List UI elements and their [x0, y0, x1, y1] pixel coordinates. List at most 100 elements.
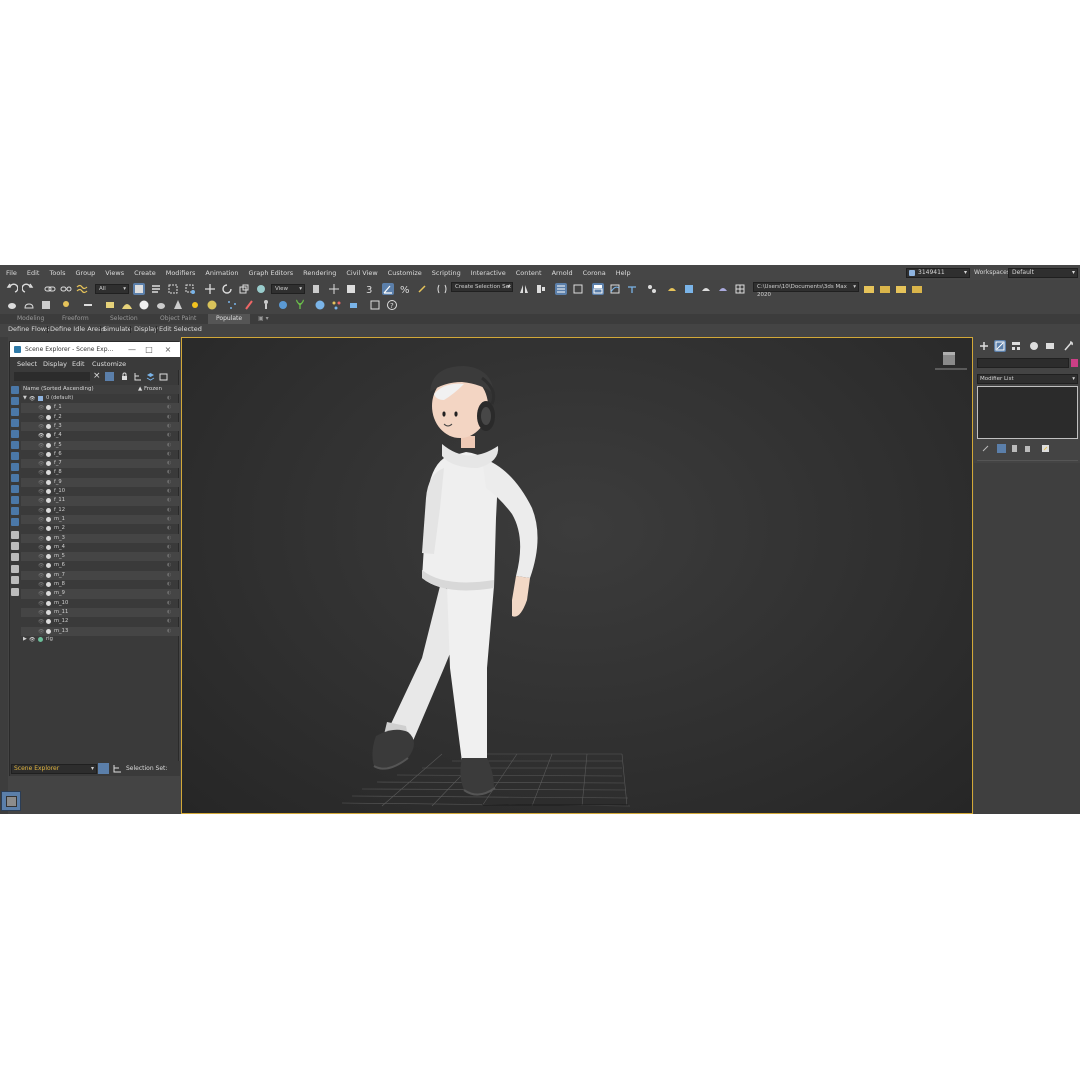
undo-icon[interactable] — [6, 283, 19, 295]
modifier-stack[interactable] — [977, 386, 1078, 439]
render-production-icon[interactable] — [700, 283, 712, 295]
help-icon[interactable]: ? — [386, 299, 398, 311]
bind-space-warp-icon[interactable] — [76, 283, 88, 295]
tree-row-object[interactable]: 👁 f_4 ◐ — [21, 431, 179, 440]
tree-row-object[interactable]: 👁 m_1 ◐ — [21, 514, 179, 525]
schematic-view-icon[interactable] — [626, 283, 638, 295]
tree-row-object[interactable]: 👁 f_9 ◐ — [21, 477, 179, 487]
plant-icon[interactable] — [294, 299, 306, 311]
tree-row-object[interactable]: 👁 m_4 ◐ — [21, 543, 179, 552]
cone-icon[interactable] — [172, 299, 184, 311]
display-groups-icon[interactable] — [11, 463, 19, 471]
camera-icon[interactable] — [348, 299, 360, 311]
hierarchy-tab-icon[interactable] — [1010, 340, 1022, 352]
menu-help[interactable]: Help — [616, 269, 631, 277]
display-hidden-icon[interactable] — [11, 518, 19, 526]
select-manipulate-icon[interactable] — [328, 283, 340, 295]
minimize-icon[interactable]: — — [126, 342, 138, 357]
render-setup-icon[interactable] — [666, 283, 678, 295]
snaps-toggle-icon[interactable]: 3 — [365, 283, 377, 296]
frozen-toggle-icon[interactable]: ◐ — [167, 459, 171, 468]
select-by-name-icon[interactable] — [150, 283, 162, 295]
menu-tools[interactable]: Tools — [49, 269, 65, 277]
ribbon-tab-selection[interactable]: Selection — [110, 314, 138, 324]
toggle-scene-explorer-icon[interactable] — [555, 283, 567, 295]
columns-icon[interactable] — [159, 372, 168, 381]
tree-row-object[interactable]: 👁 f_3 ◐ — [21, 421, 179, 432]
frozen-toggle-icon[interactable]: ◐ — [167, 413, 171, 422]
funnel-icon[interactable] — [11, 576, 19, 584]
tree-row-object[interactable]: 👁 m_7 ◐ — [21, 570, 179, 580]
frozen-toggle-icon[interactable]: ◐ — [167, 524, 171, 533]
rendered-frame-window-icon[interactable] — [683, 283, 695, 295]
options-icon[interactable] — [11, 588, 19, 596]
display-helpers-icon[interactable] — [11, 441, 19, 449]
frozen-toggle-icon[interactable]: ◐ — [167, 552, 171, 561]
tree-row-object[interactable]: 👁 f_1 ◐ — [21, 403, 179, 413]
simulate-button[interactable]: Simulate — [103, 324, 132, 335]
menu-file[interactable]: File — [6, 269, 17, 277]
show-end-result-icon[interactable] — [997, 444, 1006, 453]
teapot-icon[interactable] — [6, 299, 18, 311]
tree-row-object[interactable]: 👁 f_10 ◐ — [21, 487, 179, 496]
unlink-icon[interactable] — [60, 283, 72, 295]
percent-snap-icon[interactable]: % — [399, 283, 411, 296]
frozen-toggle-icon[interactable]: ◐ — [167, 515, 171, 524]
keyboard-shortcut-override-icon[interactable] — [345, 283, 357, 295]
frozen-toggle-icon[interactable]: ◐ — [167, 599, 171, 608]
frozen-toggle-icon[interactable]: ◐ — [167, 506, 171, 515]
window-crossing-icon[interactable] — [184, 283, 196, 295]
select-all-icon[interactable] — [11, 553, 19, 561]
menu-animation[interactable]: Animation — [205, 269, 238, 277]
sphere-icon[interactable] — [138, 299, 150, 311]
cloud-icon[interactable] — [23, 299, 35, 311]
define-flows-button[interactable]: Define Flows — [8, 324, 50, 335]
environment-icon[interactable] — [314, 299, 326, 311]
pin-stack-icon[interactable] — [981, 444, 990, 453]
folder-settings-icon[interactable] — [911, 283, 923, 295]
configure-modifier-sets-icon[interactable] — [1041, 444, 1050, 453]
display-tab-icon[interactable] — [1044, 340, 1056, 352]
display-xrefs-icon[interactable] — [11, 474, 19, 482]
menu-corona[interactable]: Corona — [583, 269, 606, 277]
frozen-toggle-icon[interactable]: ◐ — [167, 431, 171, 440]
object-name-field[interactable] — [977, 358, 1069, 368]
tree-row-object[interactable]: 👁 m_12 ◐ — [21, 617, 179, 626]
ribbon-options-icon[interactable]: ▣ ▾ — [258, 314, 269, 324]
render-in-cloud-icon[interactable] — [734, 283, 746, 295]
dome-icon[interactable] — [121, 299, 133, 311]
menu-modifiers[interactable]: Modifiers — [166, 269, 196, 277]
define-idle-areas-button[interactable]: Define Idle Areas — [50, 324, 106, 335]
hierarchy-icon[interactable] — [133, 372, 142, 381]
particle-icon[interactable] — [226, 299, 238, 311]
angle-snap-icon[interactable] — [382, 283, 394, 295]
frozen-toggle-icon[interactable]: ◐ — [167, 478, 171, 487]
tree-row-object[interactable]: 👁 m_8 ◐ — [21, 580, 179, 589]
utilities-tab-icon[interactable] — [1062, 340, 1074, 352]
scene-explorer-titlebar[interactable]: Scene Explorer - Scene Exp... — □ × — [10, 342, 180, 357]
motion-tab-icon[interactable] — [1028, 340, 1040, 352]
dots-icon[interactable] — [331, 299, 343, 311]
move-icon[interactable] — [204, 283, 216, 295]
frozen-toggle-icon[interactable]: ◐ — [167, 543, 171, 552]
collapse-icon[interactable]: ▼ — [23, 394, 27, 403]
frozen-toggle-icon[interactable]: ◐ — [167, 422, 171, 431]
tree-row-rig[interactable]: ▶ 👁 rig — [21, 635, 179, 644]
perspective-viewport[interactable] — [181, 337, 973, 814]
align-icon[interactable] — [535, 283, 547, 295]
find-field[interactable] — [14, 372, 90, 381]
spinner-snap-icon[interactable] — [416, 283, 428, 295]
world-icon[interactable] — [277, 299, 289, 311]
scale-icon[interactable] — [238, 283, 250, 295]
selection-filter-dropdown[interactable]: All ▾ — [95, 284, 129, 294]
tree-row-object[interactable]: 👁 f_6 ◐ — [21, 450, 179, 459]
frozen-toggle-icon[interactable]: ◐ — [167, 534, 171, 543]
named-selection-sets-dropdown[interactable]: Create Selection Set ▾ — [451, 282, 513, 292]
link-icon[interactable] — [44, 283, 56, 295]
filter-icon[interactable] — [105, 372, 114, 381]
script-icon[interactable] — [369, 299, 381, 311]
se-menu-edit[interactable]: Edit — [72, 360, 85, 368]
sun-icon[interactable] — [189, 299, 201, 311]
rotate-icon[interactable] — [221, 283, 233, 295]
frozen-toggle-icon[interactable]: ◐ — [167, 394, 171, 403]
